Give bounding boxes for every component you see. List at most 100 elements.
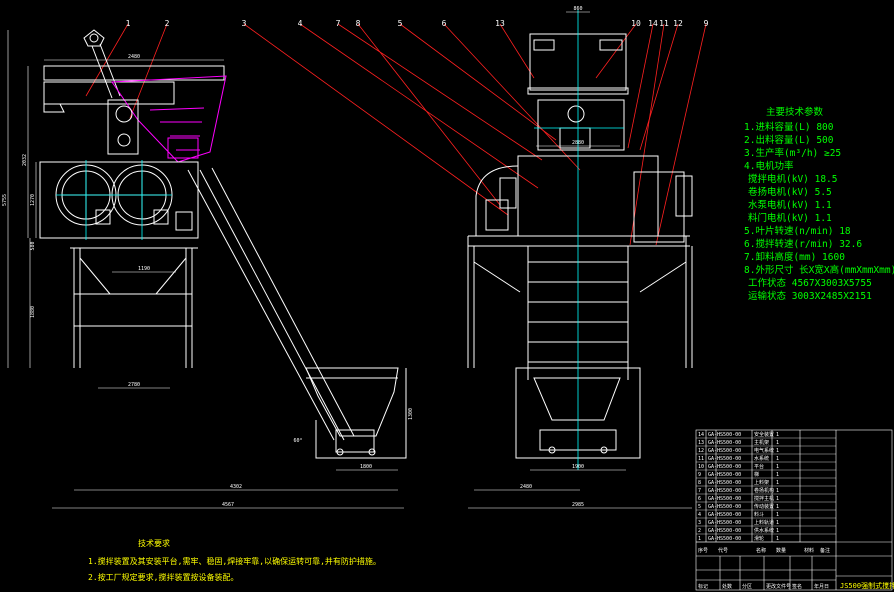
parts-cell-code: GA-HS500-00 (708, 496, 741, 502)
balloon-label: 4 (298, 19, 303, 28)
parts-cell-qty: 1 (776, 496, 779, 502)
notes-line: 1.搅拌装置及其安装平台,需牢、稳固,焊接牢靠,以确保运转可靠,并有防护措施。 (88, 556, 381, 566)
dim-text: 2880 (572, 140, 584, 146)
spec-title: 主要技术参数 (766, 106, 824, 118)
parts-cell-name: 供水系统 (754, 527, 774, 534)
parts-cell-qty: 1 (776, 520, 779, 526)
parts-cell-qty: 1 (776, 504, 779, 510)
parts-cell-code: GA-HS500-00 (708, 480, 741, 486)
spec-line: 8.外形尺寸 长X宽X高(mmXmmXmm) (744, 264, 894, 276)
title-block-headers: 序号 代号 名称 数量 材料 备注 标记 处数 分区 更改文件号 签名 年月日 … (698, 547, 894, 590)
parts-cell-qty: 1 (776, 456, 779, 462)
parts-cell-name: 料斗 (754, 511, 764, 518)
spec-line: 料门电机(kV) 1.1 (748, 212, 832, 224)
header-cell: 代号 (718, 547, 728, 554)
balloon-label: 3 (242, 19, 247, 28)
balloon-label: 10 (631, 19, 641, 28)
spec-line: 6.搅拌转速(r/min) 32.6 (744, 238, 862, 250)
parts-cell-qty: 1 (776, 528, 779, 534)
spec-line: 3.生产率(m³/h) ≥25 (744, 147, 841, 159)
spec-line: 工作状态 4567X3003X5755 (748, 277, 872, 289)
parts-cell-name: 主机架 (754, 439, 769, 446)
spec-line: 运输状态 3003X2485X2151 (748, 290, 872, 302)
dim-text: 2480 (520, 484, 532, 490)
parts-cell-code: GA-HS500-00 (708, 528, 741, 534)
parts-cell-no: 5 (698, 504, 701, 510)
balloon-label: 8 (356, 19, 361, 28)
header-cell: 序号 (698, 547, 708, 554)
front-view (39, 29, 407, 459)
dim-text: 580 (30, 241, 36, 250)
parts-cell-qty: 1 (776, 440, 779, 446)
front-view-dimension-text: 2480 5755 2032 1270 580 1880 1190 2780 1… (2, 54, 414, 508)
parts-cell-no: 4 (698, 512, 701, 518)
balloon-label: 1 (126, 19, 131, 28)
parts-cell-code: GA-HS500-00 (708, 472, 741, 478)
parts-cell-name: 卷扬机构 (754, 487, 774, 494)
parts-cell-code: GA-HS500-00 (708, 512, 741, 518)
parts-cell-qty: 1 (776, 536, 779, 542)
parts-cell-code: GA-HS500-00 (708, 464, 741, 470)
dim-text: 1800 (360, 464, 372, 470)
spec-line: 搅拌电机(kV) 18.5 (748, 173, 837, 185)
spec-line: 4.电机功率 (744, 160, 794, 172)
dim-text: 2780 (128, 382, 140, 388)
dim-text: 2032 (22, 154, 28, 166)
parts-cell-code: GA-HS500-00 (708, 448, 741, 454)
title-block-rows: 14 GA-HS500-00 安全装置 113 GA-HS500-00 主机架 112 GA-… (696, 431, 836, 543)
parts-cell-name: 电气系统 (754, 447, 774, 454)
parts-cell-no: 3 (698, 520, 701, 526)
technical-notes: 技术要求 1.搅拌装置及其安装平台,需牢、稳固,焊接牢靠,以确保运转可靠,并有防… (88, 538, 381, 582)
balloon-label: 13 (495, 19, 505, 28)
side-view-centerlines (534, 10, 624, 470)
parts-cell-no: 10 (698, 464, 704, 470)
parts-cell-no: 14 (698, 432, 704, 438)
parts-cell-code: GA-HS500-00 (708, 440, 741, 446)
header-cell: 备注 (820, 547, 830, 554)
parts-cell-qty: 1 (776, 432, 779, 438)
dim-text: 1270 (30, 194, 36, 206)
dim-text: 5755 (2, 194, 8, 206)
parts-cell-qty: 1 (776, 464, 779, 470)
footer-cell: 签名 (792, 583, 802, 590)
parts-cell-no: 6 (698, 496, 701, 502)
parts-cell-name: 传动装置 (754, 503, 774, 510)
parts-cell-no: 12 (698, 448, 704, 454)
parts-cell-no: 1 (698, 536, 701, 542)
parts-cell-no: 2 (698, 528, 701, 534)
parts-cell-name: 滑轮 (754, 535, 764, 542)
dim-text: 2480 (128, 54, 140, 60)
dim-text: 1880 (30, 306, 36, 318)
notes-line: 2.按工厂规定要求,搅拌装置按设备装配。 (88, 572, 238, 582)
dim-text: 4567 (222, 502, 234, 508)
header-cell: 名称 (756, 547, 766, 554)
parts-cell-qty: 1 (776, 448, 779, 454)
drawing-title: JS500强制式搅拌机总图 (840, 581, 894, 590)
spec-line: 卷扬电机(kV) 5.5 (748, 186, 832, 198)
footer-cell: 分区 (742, 583, 752, 590)
parts-cell-name: 水系统 (754, 455, 769, 462)
balloon-label: 5 (398, 19, 403, 28)
balloon-label: 2 (165, 19, 170, 28)
parts-cell-name: 梯 (754, 471, 759, 478)
parts-cell-code: GA-HS500-00 (708, 488, 741, 494)
dim-text: 1900 (572, 464, 584, 470)
spec-line: 水泵电机(kV) 1.1 (748, 199, 832, 211)
dim-text: 1300 (408, 408, 414, 420)
parts-cell-name: 上料轨道 (754, 519, 774, 526)
balloon-label: 9 (704, 19, 709, 28)
spec-line: 7.卸料高度(mm) 1600 (744, 251, 845, 263)
spec-line: 1.进料容量(L) 800 (744, 121, 834, 133)
parts-cell-qty: 1 (776, 512, 779, 518)
balloon-label: 6 (442, 19, 447, 28)
balloon-label: 7 (336, 19, 341, 28)
spec-list: 主要技术参数 1.进料容量(L) 800 2.出料容量(L) 500 3.生产率… (744, 106, 894, 302)
side-view (467, 33, 693, 459)
parts-cell-code: GA-HS500-00 (708, 520, 741, 526)
dim-text: 2985 (572, 502, 584, 508)
parts-cell-no: 9 (698, 472, 701, 478)
spec-line: 5.叶片转速(n/min) 18 (744, 225, 851, 237)
dim-text: 60° (293, 438, 302, 444)
parts-cell-qty: 1 (776, 488, 779, 494)
parts-cell-name: 搅拌主机 (754, 495, 774, 502)
